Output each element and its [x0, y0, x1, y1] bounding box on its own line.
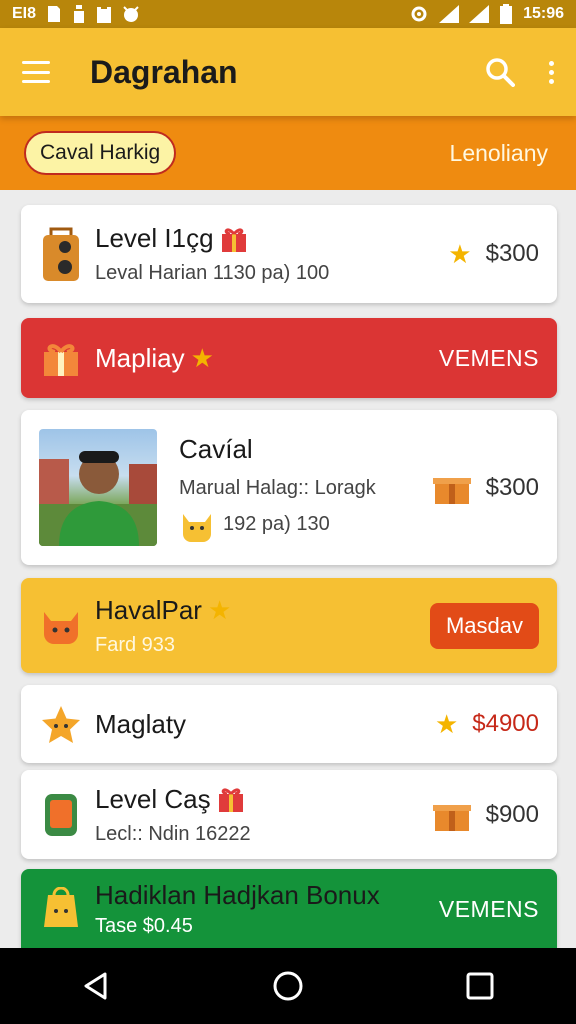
gift-icon — [218, 788, 243, 812]
hamburger-menu-icon[interactable] — [22, 61, 50, 83]
list-item-title-row: Level Caş — [95, 784, 432, 815]
list-item-meta: 192 pa) 130 — [223, 513, 330, 535]
speaker-bag-icon — [39, 227, 83, 281]
signal-icon — [439, 5, 460, 23]
list-item-right: ★ $4900 — [435, 710, 539, 738]
bottle-icon — [74, 5, 85, 23]
promo-banner-red[interactable]: Mapliay ★ VEMENS — [21, 318, 557, 398]
status-right: 15:96 — [409, 4, 564, 24]
promo-body: Mapliay ★ — [95, 343, 439, 374]
cat-icon — [123, 6, 139, 22]
promo-title: Hadiklan Hadjkan Bonux — [95, 880, 380, 910]
gift-icon — [221, 227, 246, 252]
promo-title: HavalPar — [95, 594, 202, 625]
star-face-icon — [39, 702, 83, 746]
list-item-title: Maglaty — [95, 708, 187, 739]
list-item-price: $300 — [485, 473, 539, 501]
cat-face-icon — [39, 604, 83, 648]
list-item-title: Level I1çg — [95, 223, 214, 253]
star-icon: ★ — [190, 343, 214, 373]
promo-banner-green[interactable]: Hadiklan Hadjkan Bonux Tase $0.45 VEMENS — [21, 869, 557, 949]
list-item-subtitle: Leval Harian 1130 pa) 100 — [95, 262, 330, 284]
home-icon[interactable] — [272, 970, 304, 1002]
list-item-subtitle: Marual Halag:: Loragk — [179, 476, 376, 499]
list-item-price: $300 — [485, 240, 539, 267]
list-item-price: $4900 — [472, 710, 539, 737]
star-icon: ★ — [448, 239, 472, 269]
star-icon: ★ — [434, 709, 459, 739]
list-item-price: $900 — [485, 800, 539, 828]
search-icon[interactable] — [485, 57, 515, 87]
status-time: 15:96 — [523, 5, 564, 22]
clipboard-icon — [97, 5, 112, 23]
list-item-body: Cavíal Marual Halag:: Loragk 192 pa) 130 — [179, 434, 432, 542]
list-item[interactable]: Level I1çg Leval Harian 1130 pa) 100 ★ $… — [21, 205, 557, 303]
promo-title-row: Mapliay ★ — [95, 343, 439, 374]
filter-chip[interactable]: Caval Harkig — [24, 131, 177, 175]
sim-icon — [48, 6, 61, 22]
list-item-right: ★ $300 — [448, 240, 539, 268]
list-item-body: Level I1çg Leval Harian 1130 pa) 100 — [95, 223, 448, 285]
cat-face-icon — [183, 513, 211, 542]
list-item-title: Level Caş — [95, 783, 211, 814]
promo-title-row: HavalPar ★ — [95, 595, 430, 626]
recents-icon[interactable] — [465, 971, 495, 1001]
promo-button[interactable]: Masdav — [429, 602, 539, 649]
list-item-subtitle: Lecl:: Ndin 16222 — [95, 822, 251, 845]
sub-bar: Caval Harkig Lenoliany — [0, 116, 576, 190]
promo-banner-orange[interactable]: HavalPar ★ Fard 933 Masdav — [21, 578, 557, 673]
back-icon[interactable] — [81, 971, 111, 1001]
list-item-right: $300 — [432, 470, 539, 506]
overflow-menu-icon[interactable] — [549, 60, 554, 84]
app-bar: Dagrahan — [0, 28, 576, 116]
system-nav-bar — [0, 948, 576, 1024]
battery-icon — [500, 4, 513, 24]
profile-photo — [39, 429, 157, 546]
status-left: E​I8 — [12, 5, 140, 23]
gift-box-icon — [39, 336, 83, 380]
promo-action[interactable]: VEMENS — [439, 345, 539, 372]
gift-box-icon — [432, 804, 471, 831]
settings-icon — [411, 6, 427, 22]
list-item-title: Cavíal — [179, 433, 253, 464]
star-icon: ★ — [207, 595, 232, 625]
promo-body: Hadiklan Hadjkan Bonux Tase $0.45 — [95, 880, 439, 938]
list-item-body: Level Caş Lecl:: Ndin 16222 — [95, 784, 432, 846]
signal2-icon — [469, 5, 490, 23]
promo-title: Mapliay — [95, 342, 185, 373]
promo-subtitle: Fard 933 — [95, 633, 176, 656]
promo-action[interactable]: VEMENS — [439, 896, 539, 923]
status-left-text: E​I8 — [12, 5, 37, 22]
list-item[interactable]: Cavíal Marual Halag:: Loragk 192 pa) 130… — [21, 410, 557, 565]
gift-box-icon — [432, 477, 471, 504]
list-item[interactable]: Level Caş Lecl:: Ndin 16222 $900 — [21, 770, 557, 859]
bag-face-icon — [39, 887, 83, 931]
promo-subtitle: Tase $0.45 — [95, 915, 193, 937]
status-bar: E​I8 15:96 — [0, 0, 576, 28]
sub-bar-right-label[interactable]: Lenoliany — [450, 140, 548, 167]
app-title: Dagrahan — [90, 53, 238, 90]
list-item-body: Maglaty — [95, 709, 435, 740]
list-item[interactable]: Maglaty ★ $4900 — [21, 685, 557, 763]
list-item-right: $900 — [432, 797, 539, 833]
phone-icon — [39, 793, 83, 837]
list-item-subtitle-row: 192 pa) 130 — [179, 508, 432, 542]
promo-body: HavalPar ★ Fard 933 — [95, 595, 430, 657]
list-item-title-row: Level I1çg — [95, 223, 448, 254]
